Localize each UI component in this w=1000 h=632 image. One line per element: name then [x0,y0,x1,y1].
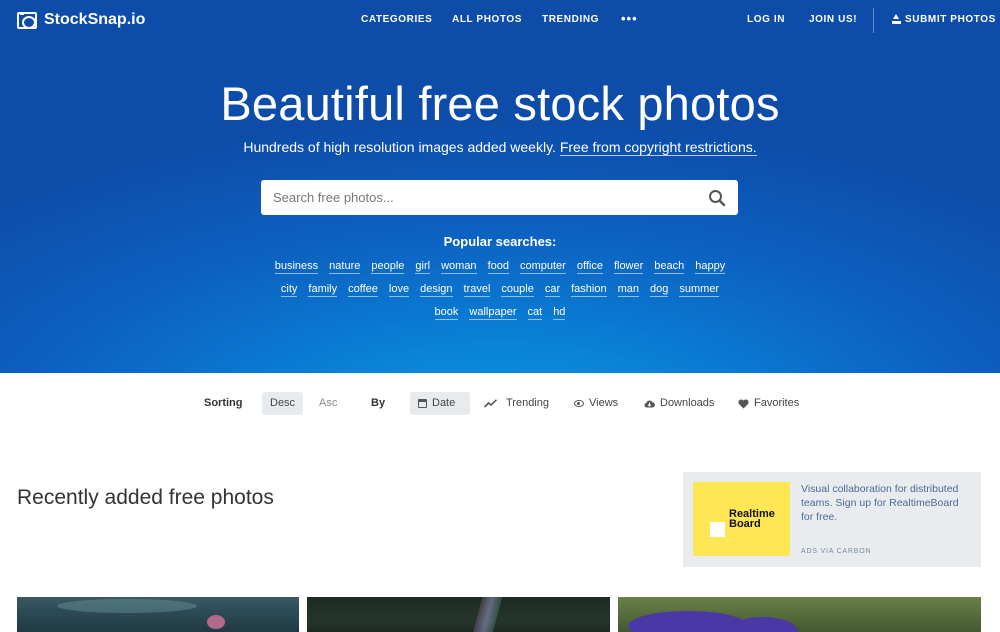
nav-divider [873,8,874,33]
realtimeboard-logo-mark [710,522,725,537]
popular-tag-man[interactable]: man [617,283,640,297]
sort-by-views-button[interactable]: Views [566,392,626,415]
ad-brand-line-2: Board [729,518,761,530]
popular-tag-girl[interactable]: girl [415,260,431,274]
sorting-label: Sorting [204,397,243,409]
photo-thumbnail[interactable] [618,597,981,632]
sort-by-trending-label: Trending [506,397,550,409]
sort-by-downloads-button[interactable]: Downloads [636,392,722,415]
popular-tag-travel[interactable]: travel [463,283,491,297]
popular-tag-couple[interactable]: couple [501,283,534,297]
login-link[interactable]: LOG IN [747,14,785,25]
nav-all-photos[interactable]: ALL PHOTOS [452,14,522,25]
recent-photos-title: Recently added free photos [17,486,274,509]
popular-tag-flower[interactable]: flower [613,260,644,274]
popular-tag-hd[interactable]: hd [553,306,566,320]
ad-image[interactable]: Realtime Board [693,482,790,556]
popular-tag-dog[interactable]: dog [650,283,669,297]
hero-subtitle: Hundreds of high resolution images added… [0,139,1000,156]
popular-tags-row-2: city family coffee love design travel couple ca… [0,283,1000,297]
sort-by-downloads-label: Downloads [660,397,715,409]
nav-more-menu[interactable]: ••• [621,11,638,26]
search-input[interactable] [273,180,693,215]
popular-tag-design[interactable]: design [420,283,453,297]
sort-bar: Sorting Desc Asc By Date Trending Views … [0,373,1000,433]
popular-tag-nature[interactable]: nature [329,260,361,274]
popular-tag-people[interactable]: people [371,260,405,274]
popular-tag-fashion[interactable]: fashion [571,283,607,297]
sort-by-trending-button[interactable]: Trending [476,392,557,415]
popular-tag-family[interactable]: family [308,283,338,297]
hero-subtitle-text: Hundreds of high resolution images added… [243,139,556,155]
ad-text-link[interactable]: Visual collaboration for distributed tea… [801,482,971,524]
popular-tags-row-3: book wallpaper cat hd [0,306,1000,320]
photo-light-beam [471,597,503,632]
camera-icon [17,11,37,29]
carbon-ad: Realtime Board Visual collaboration for … [683,472,981,567]
popular-tag-love[interactable]: love [388,283,410,297]
heart-icon [738,398,749,408]
popular-tag-car[interactable]: car [544,283,561,297]
ad-brand-name: Realtime Board [729,509,775,530]
hero-section: StockSnap.io CATEGORIES ALL PHOTOS TREND… [0,0,1000,373]
trending-icon [484,399,497,408]
sort-by-date-button[interactable]: Date [410,392,470,415]
popular-tag-summer[interactable]: summer [679,283,720,297]
popular-tag-office[interactable]: office [576,260,603,274]
photo-thumbnail[interactable] [307,597,610,632]
sort-by-views-label: Views [589,397,619,409]
photo-thumbnail[interactable] [17,597,299,632]
search-box [261,180,738,215]
popular-tag-computer[interactable]: computer [519,260,566,274]
hero-title: Beautiful free stock photos [220,77,780,130]
popular-tag-happy[interactable]: happy [695,260,726,274]
copyright-link[interactable]: Free from copyright restrictions. [559,139,757,156]
sort-asc-button[interactable]: Asc [311,392,345,415]
popular-tag-city[interactable]: city [280,283,298,297]
ads-via-carbon-link[interactable]: ADS VIA CARBON [801,548,871,555]
photo-flower [207,615,225,629]
search-icon[interactable] [708,189,726,207]
photo-highlight [57,599,197,613]
popular-tag-coffee[interactable]: coffee [348,283,378,297]
nav-trending[interactable]: TRENDING [542,14,599,25]
submit-photos-button[interactable]: SUBMIT PHOTOS [892,13,996,25]
popular-tag-book[interactable]: book [434,306,459,320]
sort-by-favorites-label: Favorites [754,397,800,409]
submit-photos-label: SUBMIT PHOTOS [905,14,996,25]
popular-tags-row-1: business nature people girl woman food compute… [0,260,1000,274]
popular-tag-food[interactable]: food [487,260,509,274]
join-link[interactable]: JOIN US! [809,14,857,25]
cloud-download-icon [644,400,655,408]
popular-tag-cat[interactable]: cat [527,306,543,320]
sort-by-date-label: Date [432,397,456,409]
by-label: By [371,397,386,409]
popular-tag-woman[interactable]: woman [441,260,477,274]
nav-categories[interactable]: CATEGORIES [361,14,432,25]
sort-by-favorites-button[interactable]: Favorites [730,392,807,415]
sort-desc-button[interactable]: Desc [262,392,303,415]
logo[interactable]: StockSnap.io [17,11,145,29]
upload-icon [892,13,901,24]
popular-tag-beach[interactable]: beach [654,260,685,274]
calendar-icon [418,399,427,408]
popular-tag-business[interactable]: business [274,260,319,274]
logo-text: StockSnap.io [44,11,146,28]
top-navigation: StockSnap.io CATEGORIES ALL PHOTOS TREND… [0,0,1000,40]
popular-searches-title: Popular searches: [443,234,557,249]
eye-icon [574,400,584,407]
popular-tag-wallpaper[interactable]: wallpaper [469,306,517,320]
